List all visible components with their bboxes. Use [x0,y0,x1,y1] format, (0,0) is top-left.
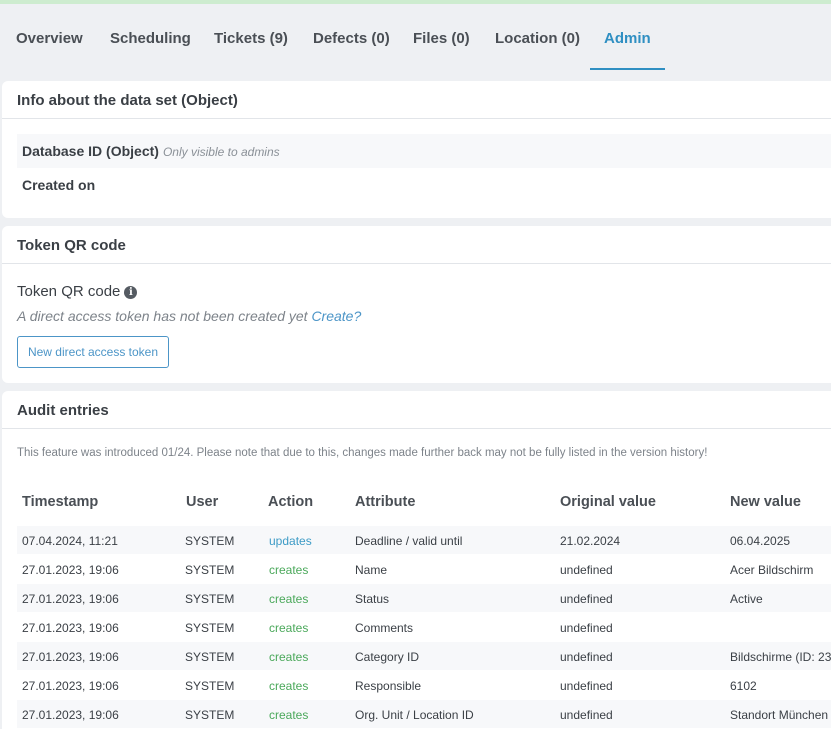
tab-overview[interactable]: Overview [16,30,83,70]
audit-card-title: Audit entries [2,391,831,429]
table-row: 27.01.2023, 19:06 SYSTEM creates Name un… [17,555,831,583]
audit-feature-note: This feature was introduced 01/24. Pleas… [17,447,708,459]
cell-timestamp: 27.01.2023, 19:06 [22,708,119,722]
cell-action: creates [269,708,309,722]
cell-user: SYSTEM [185,592,235,606]
new-direct-access-token-button[interactable]: New direct access token [17,336,169,368]
tab-bar: Overview Scheduling Tickets (9) Defects … [0,4,831,76]
cell-timestamp: 27.01.2023, 19:06 [22,650,119,664]
cell-attribute: Name [355,563,388,577]
token-qr-label: Token QR code i [17,283,138,300]
cell-new-value: Acer Bildschirm [730,563,814,577]
cell-original-value: undefined [560,708,613,722]
admin-only-note: Only visible to admins [162,145,280,159]
cell-action: creates [269,592,309,606]
cell-timestamp: 07.04.2024, 11:21 [22,534,118,548]
cell-user: SYSTEM [185,650,235,664]
tab-admin[interactable]: Admin [590,30,665,70]
table-row: 27.01.2023, 19:06 SYSTEM creates Org. Un… [17,700,831,728]
cell-user: SYSTEM [185,621,235,635]
cell-user: SYSTEM [185,563,235,577]
cell-action: creates [269,563,309,577]
tab-scheduling[interactable]: Scheduling [110,30,191,70]
column-header-action[interactable]: Action [268,494,313,510]
table-row: 27.01.2023, 19:06 SYSTEM creates Respons… [17,671,831,699]
cell-original-value: undefined [560,592,613,606]
column-header-new-value[interactable]: New value [730,494,801,510]
token-qr-card: Token QR code Token QR code i A direct ac… [2,226,831,383]
table-row: 07.04.2024, 11:21 SYSTEM updates Deadlin… [17,526,831,554]
cell-original-value: undefined [560,650,613,664]
cell-action: creates [269,650,309,664]
token-missing-note: A direct access token has not been creat… [17,308,362,324]
info-card-title: Info about the data set (Object) [2,81,831,119]
cell-original-value: 21.02.2024 [560,534,621,548]
tab-defects[interactable]: Defects (0) [313,30,390,70]
table-row: 27.01.2023, 19:06 SYSTEM creates Categor… [17,642,831,670]
cell-timestamp: 27.01.2023, 19:06 [22,563,119,577]
cell-user: SYSTEM [185,679,235,693]
table-row: 27.01.2023, 19:06 SYSTEM creates Comment… [17,613,831,641]
cell-attribute: Category ID [355,650,420,664]
table-row: 27.01.2023, 19:06 SYSTEM creates Status … [17,584,831,612]
column-header-user[interactable]: User [186,494,218,510]
column-header-original-value[interactable]: Original value [560,494,656,510]
cell-new-value: Active [730,592,763,606]
cell-new-value: 06.04.2025 [730,534,791,548]
database-id-row: Database ID (Object) Only visible to admi… [17,134,831,168]
cell-timestamp: 27.01.2023, 19:06 [22,679,119,693]
token-qr-card-title: Token QR code [2,226,831,264]
cell-new-value: 6102 [730,679,757,693]
cell-action: creates [269,679,309,693]
cell-original-value: undefined [560,679,613,693]
cell-attribute: Status [355,592,390,606]
info-card: Info about the data set (Object) Databas… [2,81,831,218]
audit-entries-card: Audit entries This feature was introduce… [2,391,831,729]
cell-timestamp: 27.01.2023, 19:06 [22,621,119,635]
tab-location[interactable]: Location (0) [495,30,580,70]
cell-attribute: Comments [355,621,414,635]
tab-files[interactable]: Files (0) [413,30,470,70]
cell-original-value: undefined [560,621,613,635]
cell-action: creates [269,621,309,635]
cell-attribute: Org. Unit / Location ID [355,708,474,722]
cell-attribute: Deadline / valid until [355,534,463,548]
info-icon[interactable]: i [124,286,138,299]
cell-action: updates [269,534,312,548]
cell-user: SYSTEM [185,534,235,548]
cell-new-value: Bildschirme (ID: 23 [730,650,831,664]
cell-timestamp: 27.01.2023, 19:06 [22,592,119,606]
created-on-row: Created on [17,168,831,202]
column-header-attribute[interactable]: Attribute [355,494,415,510]
cell-original-value: undefined [560,563,613,577]
create-token-link[interactable]: Create? [311,308,361,324]
tab-tickets[interactable]: Tickets (9) [214,30,288,70]
database-id-label: Database ID (Object) Only visible to admi… [22,143,280,159]
cell-attribute: Responsible [355,679,422,693]
cell-user: SYSTEM [185,708,235,722]
created-on-label: Created on [22,177,96,193]
cell-new-value: Standort München [730,708,829,722]
column-header-timestamp[interactable]: Timestamp [22,494,98,510]
